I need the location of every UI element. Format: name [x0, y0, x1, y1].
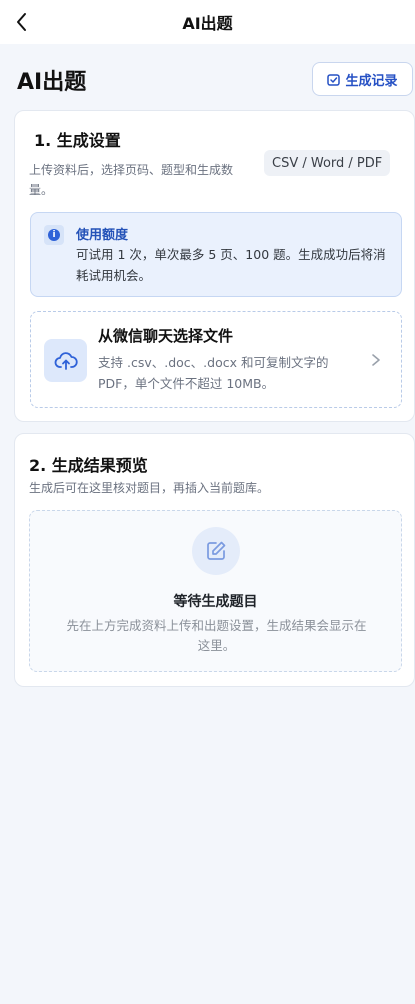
chevron-left-icon: [17, 13, 26, 31]
result-empty-text: 先在上方完成资料上传和出题设置，生成结果会显示在这里。: [66, 618, 367, 653]
quota-title: 使用额度: [76, 228, 129, 243]
settings-title: 1. 生成设置: [34, 131, 121, 150]
back-button[interactable]: [8, 8, 36, 36]
preview-description: 生成后可在这里核对题目，再插入当前题库。: [29, 481, 270, 495]
preview-title: 2. 生成结果预览: [29, 456, 148, 475]
preview-card: 2. 生成结果预览 生成后可在这里核对题目，再插入当前题库。 等待生成题目 先在…: [14, 433, 415, 687]
cloud-upload-icon: [44, 339, 87, 382]
chevron-right-icon: [372, 354, 380, 366]
wechat-file-picker[interactable]: 从微信聊天选择文件 支持 .csv、.doc、.docx 和可复制文字的 PDF…: [30, 311, 402, 408]
page-header: AI出题 生成记录: [0, 44, 415, 110]
quota-notice: i 使用额度 可试用 1 次，单次最多 5 页、100 题。生成成功后将消耗试用…: [30, 212, 402, 297]
nav-bar: AI出题: [0, 0, 415, 44]
calendar-check-icon: [327, 73, 341, 86]
upload-title: 从微信聊天选择文件: [98, 327, 234, 345]
history-button-label: 生成记录: [345, 73, 398, 89]
info-icon: i: [44, 225, 64, 245]
result-empty-title: 等待生成题目: [173, 594, 258, 610]
settings-card: 1. 生成设置 CSV / Word / PDF 上传资料后，选择页码、题型和生…: [14, 110, 415, 422]
result-placeholder: 等待生成题目 先在上方完成资料上传和出题设置，生成结果会显示在这里。: [29, 510, 402, 672]
history-button[interactable]: 生成记录: [312, 62, 413, 96]
nav-title: AI出题: [182, 14, 233, 33]
edit-icon: [192, 527, 240, 575]
quota-text: 可试用 1 次，单次最多 5 页、100 题。生成成功后将消耗试用机会。: [76, 247, 386, 283]
upload-description: 支持 .csv、.doc、.docx 和可复制文字的 PDF，单个文件不超过 1…: [98, 355, 329, 391]
formats-badge: CSV / Word / PDF: [264, 150, 391, 176]
page-title: AI出题: [17, 70, 87, 95]
settings-description: 上传资料后，选择页码、题型和生成数量。: [29, 163, 234, 197]
